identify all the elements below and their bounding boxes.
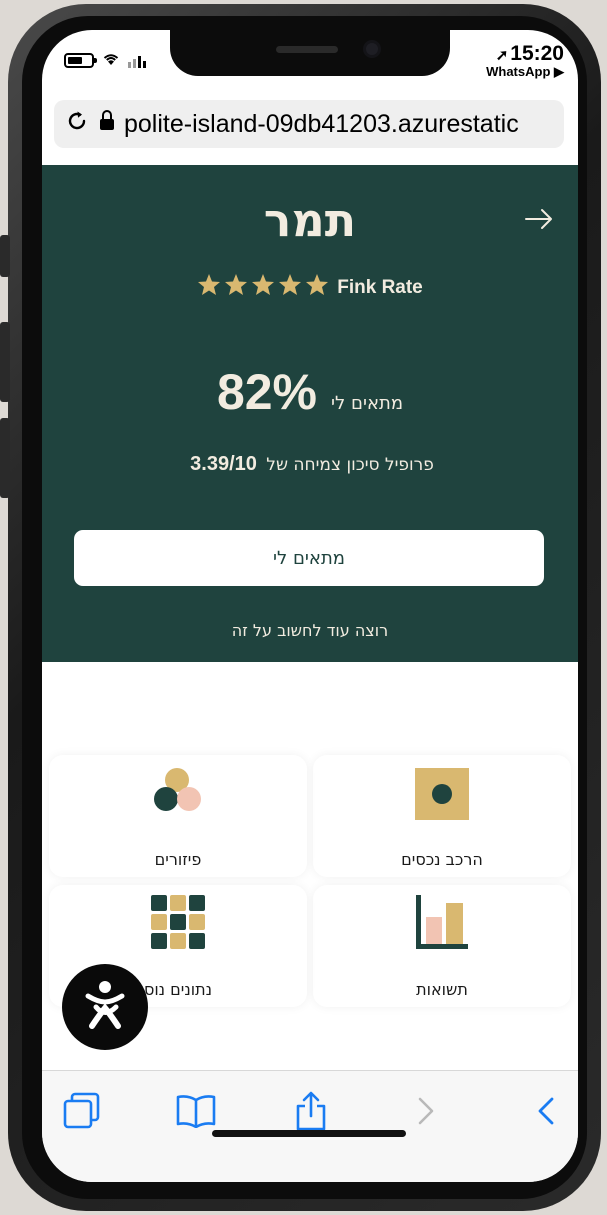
- fink-rating: Fink Rate: [42, 273, 578, 303]
- risk-value: 3.39/10: [190, 453, 257, 475]
- clock: 15:20: [510, 42, 564, 65]
- silent-switch: [0, 235, 10, 277]
- status-right: ➚15:20 WhatsApp ▶: [486, 42, 564, 80]
- fits-me-button[interactable]: מתאים לי: [74, 530, 544, 586]
- status-time: ➚15:20: [486, 42, 564, 66]
- notch: [170, 30, 450, 76]
- home-indicator[interactable]: [212, 1130, 406, 1137]
- card-label: פיזורים: [154, 850, 202, 869]
- think-more-link[interactable]: רוצה עוד לחשוב על זה: [42, 621, 578, 640]
- safari-toolbar: [42, 1070, 578, 1182]
- tabs-icon[interactable]: [62, 1091, 102, 1131]
- reload-icon[interactable]: [54, 109, 100, 139]
- status-indicators: [64, 52, 146, 69]
- asset-mix-icon: [415, 768, 469, 824]
- battery-icon: [64, 53, 97, 68]
- accessibility-icon: [82, 980, 128, 1034]
- card-asset-mix[interactable]: הרכב נכסים: [313, 755, 571, 877]
- back-to-app-link[interactable]: WhatsApp ▶: [486, 64, 564, 80]
- address-bar[interactable]: polite-island-09db41203.azurestatic: [54, 100, 564, 148]
- match-label: מתאים לי: [331, 393, 404, 414]
- card-dispersion[interactable]: פיזורים: [49, 755, 307, 877]
- volume-up-button: [0, 322, 10, 402]
- back-chevron-icon[interactable]: [534, 1091, 558, 1131]
- risk-profile: פרופיל סיכון צמיחה של 3.39/10: [42, 453, 578, 476]
- wifi-icon: [102, 52, 120, 69]
- speaker-grille: [276, 46, 338, 53]
- location-arrow-icon: ➚: [495, 47, 509, 64]
- card-label: הרכב נכסים: [401, 850, 483, 869]
- forward-chevron-icon[interactable]: [414, 1091, 438, 1131]
- bookmarks-icon[interactable]: [175, 1091, 217, 1131]
- data-grid-icon: [151, 895, 205, 953]
- rating-label: Fink Rate: [337, 277, 423, 298]
- card-returns[interactable]: תשואות: [313, 885, 571, 1007]
- volume-down-button: [0, 418, 10, 498]
- star-rating-icon: [197, 273, 329, 303]
- accessibility-button[interactable]: [62, 964, 148, 1050]
- risk-prefix: פרופיל סיכון צמיחה של: [266, 455, 434, 475]
- url-text[interactable]: polite-island-09db41203.azurestatic: [124, 110, 519, 139]
- signal-bars-icon: [128, 54, 146, 68]
- match-score: 82% מתאים לי: [42, 363, 578, 421]
- front-camera: [363, 40, 381, 58]
- dispersion-icon: [152, 767, 204, 817]
- profile-name: תמר: [263, 193, 357, 247]
- phone-screen: ➚15:20 WhatsApp ▶ polite-island-09db4120…: [42, 30, 578, 1182]
- returns-bar-chart-icon: [416, 895, 468, 953]
- share-icon[interactable]: [294, 1091, 328, 1131]
- profile-hero: תמר Fink Rate 82% מתאים לי פרופיל סיכון …: [42, 165, 578, 662]
- lock-icon: [100, 110, 114, 132]
- match-percent: 82%: [216, 364, 318, 420]
- card-label: תשואות: [416, 980, 468, 999]
